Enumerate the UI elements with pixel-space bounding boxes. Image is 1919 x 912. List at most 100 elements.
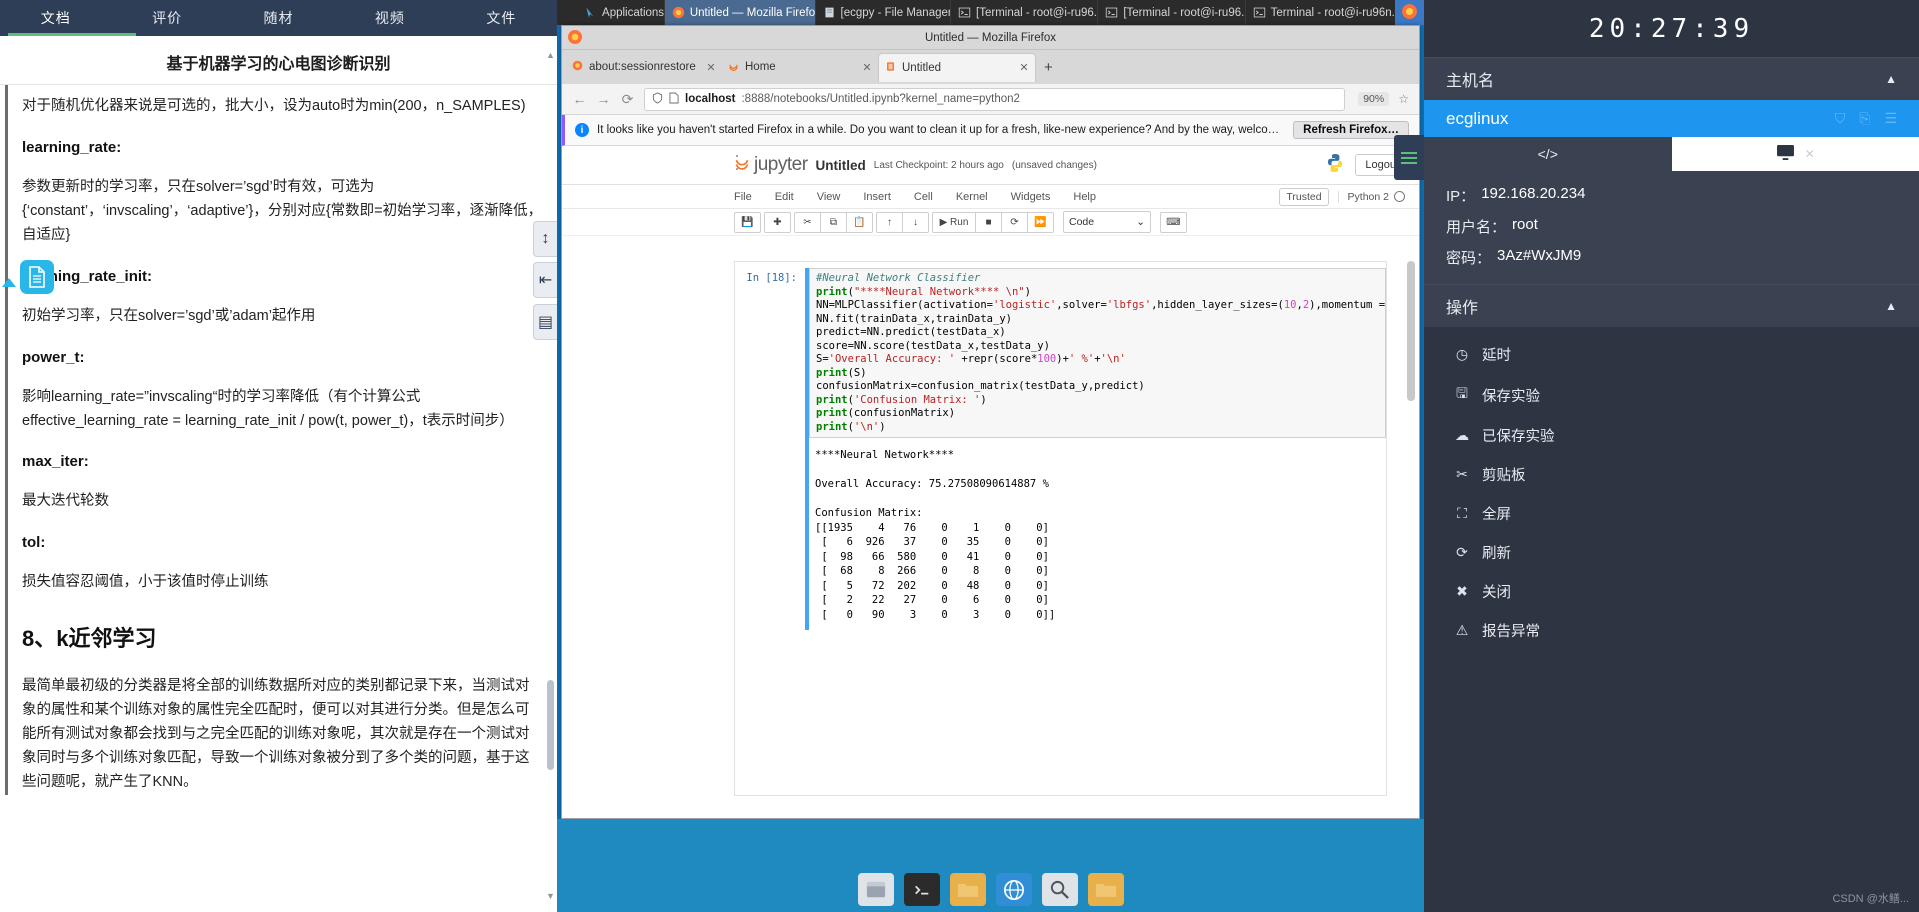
tab-code-view[interactable]: </> <box>1424 137 1672 171</box>
taskbar-label-terminal-1: [Terminal - root@i-ru96... <box>976 6 1099 19</box>
scrollbar-thumb[interactable] <box>1407 261 1415 401</box>
copy-button[interactable]: ⧉ <box>820 211 846 233</box>
forward-arrow-icon[interactable]: → <box>596 91 611 107</box>
menu-insert[interactable]: Insert <box>863 191 891 203</box>
notebook-name[interactable]: Untitled <box>816 158 866 173</box>
taskbar-item-terminal-2[interactable]: [Terminal - root@i-ru96... <box>1098 0 1246 25</box>
command-palette-button[interactable]: ⌨ <box>1160 211 1187 233</box>
action-close[interactable]: ✖ 关闭 <box>1424 572 1919 611</box>
notebook-cell[interactable]: In [18]: #Neural Network Classifier prin… <box>735 262 1386 630</box>
refresh-firefox-button[interactable]: Refresh Firefox… <box>1293 121 1409 139</box>
close-icon[interactable]: ✕ <box>706 61 716 74</box>
back-arrow-icon[interactable]: ← <box>572 91 587 107</box>
dock-folder-icon[interactable] <box>1087 873 1124 906</box>
dock-browser-icon[interactable] <box>995 873 1032 906</box>
tab-video[interactable]: 视频 <box>334 0 445 36</box>
menu-kernel[interactable]: Kernel <box>956 191 988 203</box>
kernel-indicator[interactable]: Python 2 <box>1337 190 1405 203</box>
cell-type-value: Code <box>1069 216 1095 228</box>
action-refresh[interactable]: ⟳ 刷新 <box>1424 533 1919 572</box>
browser-tab-label: about:sessionrestore <box>589 61 696 73</box>
browser-tab-sessionrestore[interactable]: about:sessionrestore ✕ <box>566 53 722 81</box>
taskbar-item-firefox[interactable]: Untitled — Mozilla Firefox <box>664 0 816 25</box>
action-fullscreen[interactable]: ⛶ 全屏 <box>1424 494 1919 533</box>
section-header-hostname[interactable]: 主机名 ▲ <box>1424 57 1919 100</box>
close-icon: ✖ <box>1456 583 1468 599</box>
menu-help[interactable]: Help <box>1073 191 1096 203</box>
close-icon[interactable]: ✕ <box>862 61 872 74</box>
vnc-panel-toggle[interactable] <box>1394 135 1424 180</box>
cell-source-editor[interactable]: #Neural Network Classifier print("****Ne… <box>809 268 1386 438</box>
shield-icon[interactable]: ⛉ <box>1835 110 1846 127</box>
tab-desktop-view[interactable]: ✕ <box>1671 137 1919 171</box>
move-up-button[interactable]: ↑ <box>876 211 902 233</box>
dock-archive-icon[interactable] <box>857 873 894 906</box>
menu-icon <box>1401 151 1417 154</box>
document-content: 对于随机优化器来说是可选的，批大小，设为auto时为min(200，n_SAMP… <box>5 85 557 795</box>
close-icon[interactable]: ✕ <box>1805 147 1815 161</box>
chevron-up-icon: ▲ <box>1885 299 1897 313</box>
host-name: ecglinux <box>1446 108 1509 128</box>
tab-evaluation[interactable]: 评价 <box>111 0 222 36</box>
address-bar[interactable]: localhost :8888/notebooks/Untitled.ipynb… <box>644 87 1346 111</box>
zoom-level-indicator[interactable]: 90% <box>1358 92 1390 106</box>
menu-widgets[interactable]: Widgets <box>1011 191 1051 203</box>
cut-button[interactable]: ✂ <box>794 211 820 233</box>
star-icon[interactable]: ☆ <box>1398 92 1409 106</box>
run-button[interactable]: ▶ Run <box>932 211 975 233</box>
close-icon[interactable]: ✕ <box>1019 61 1029 74</box>
info-value-username: root <box>1512 216 1538 233</box>
taskbar-item-applications[interactable]: Applications <box>577 0 665 25</box>
scroll-down-arrow-icon[interactable]: ▼ <box>545 891 556 902</box>
save-button[interactable]: 💾 <box>734 211 761 233</box>
move-down-button[interactable]: ↓ <box>902 211 929 233</box>
menu-icon[interactable]: ☰ <box>1884 110 1897 127</box>
firefox-icon <box>672 6 685 19</box>
paste-button[interactable]: 📋 <box>846 211 873 233</box>
browser-tab-home[interactable]: Home ✕ <box>722 53 878 81</box>
section-header-actions[interactable]: 操作 ▲ <box>1424 284 1919 327</box>
menu-file[interactable]: File <box>734 191 752 203</box>
dock-search-icon[interactable] <box>1041 873 1078 906</box>
insert-cell-button[interactable]: ✚ <box>764 211 791 233</box>
taskbar-item-file-manager[interactable]: [ecgpy - File Manager] <box>816 0 952 25</box>
restart-kernel-button[interactable]: ⟳ <box>1001 211 1027 233</box>
refresh-icon: ⟳ <box>1456 544 1468 560</box>
action-label-saved-experiments: 已保存实验 <box>1482 429 1555 445</box>
trusted-badge[interactable]: Trusted <box>1279 187 1329 206</box>
action-save-experiment[interactable]: 🖫 保存实验 <box>1424 374 1919 416</box>
scrollbar-thumb[interactable] <box>547 680 554 770</box>
menu-cell[interactable]: Cell <box>914 191 933 203</box>
taskbar-item-terminal-3[interactable]: Terminal - root@i-ru96n... <box>1246 0 1395 25</box>
paragraph-tol: 损失值容忍阈值，小于该值时停止训练 <box>22 574 269 591</box>
menu-edit[interactable]: Edit <box>775 191 794 203</box>
notebook-area[interactable]: In [18]: #Neural Network Classifier prin… <box>734 261 1387 796</box>
tab-materials[interactable]: 随材 <box>223 0 334 36</box>
host-row[interactable]: ecglinux ⛉ ⎘ ☰ <box>1424 100 1919 137</box>
menu-view[interactable]: View <box>817 191 841 203</box>
new-tab-button[interactable]: + <box>1036 59 1061 76</box>
reload-icon[interactable]: ⟳ <box>620 91 635 108</box>
document-scrollbar[interactable] <box>547 60 554 888</box>
interrupt-kernel-button[interactable]: ■ <box>975 211 1001 233</box>
browser-tab-untitled[interactable]: Untitled ✕ <box>878 52 1036 82</box>
info-value-password: 3Az#WxJM9 <box>1497 247 1582 264</box>
tray-firefox-button[interactable] <box>1394 0 1424 25</box>
jupyter-logo[interactable]: jupyter <box>734 154 808 177</box>
tab-documents[interactable]: 文档 <box>0 0 111 36</box>
restart-run-all-button[interactable]: ⏩ <box>1027 211 1054 233</box>
notebook-scrollbar[interactable] <box>1407 261 1415 796</box>
scissors-icon: ✂ <box>1456 466 1468 482</box>
document-file-icon[interactable] <box>20 260 54 294</box>
action-clipboard[interactable]: ✂ 剪贴板 <box>1424 455 1919 494</box>
tab-files[interactable]: 文件 <box>446 0 557 36</box>
paragraph-learning-rate-init: 初始学习率，只在solver=’sgd’或’adam’起作用 <box>22 307 316 324</box>
action-report-issue[interactable]: ⚠ 报告异常 <box>1424 611 1919 650</box>
taskbar-item-terminal-1[interactable]: [Terminal - root@i-ru96... <box>951 0 1099 25</box>
dock-file-manager-icon[interactable] <box>949 873 986 906</box>
dock-terminal-icon[interactable] <box>903 873 940 906</box>
copy-icon[interactable]: ⎘ <box>1859 110 1870 127</box>
cell-type-select[interactable]: Code ⌄ <box>1063 211 1151 233</box>
action-saved-experiments[interactable]: ☁ 已保存实验 <box>1424 416 1919 455</box>
action-delay[interactable]: ◷ 延时 <box>1424 335 1919 374</box>
